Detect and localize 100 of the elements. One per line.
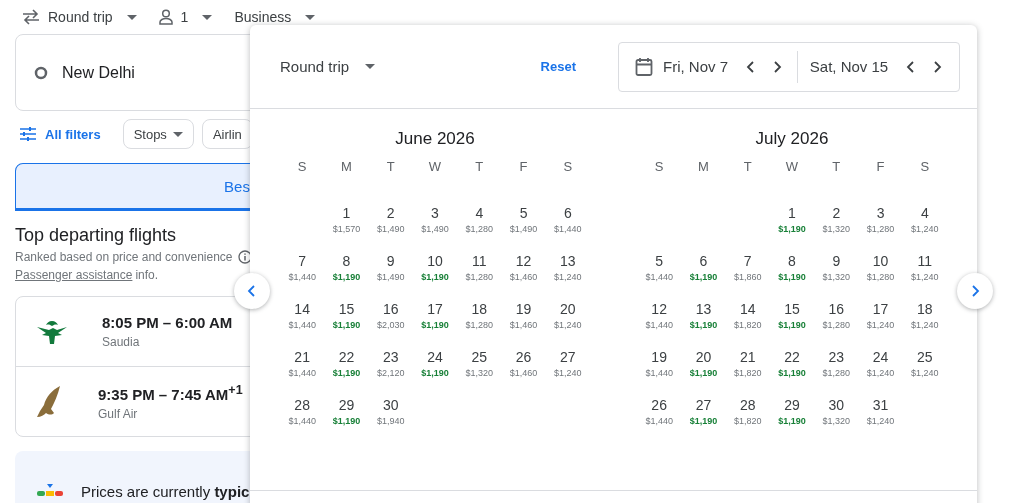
calendar-day[interactable]: 20 — [560, 301, 576, 317]
calendar-day[interactable]: 25 — [471, 349, 488, 365]
section-subtitle: Ranked based on price and convenience — [15, 250, 233, 264]
day-price: $2,120 — [376, 368, 405, 378]
trip-type-dropdown[interactable]: Round trip — [22, 9, 137, 25]
calendar-day[interactable]: 19 — [651, 349, 667, 365]
calendar-day[interactable]: 7 — [743, 253, 752, 269]
weekday-label: T — [475, 159, 484, 174]
weekday-label: W — [785, 159, 799, 174]
calendar-day[interactable]: 29 — [338, 397, 355, 413]
day-price: $1,190 — [689, 416, 718, 426]
calendar-day[interactable]: 18 — [917, 301, 933, 317]
calendar-day[interactable]: 26 — [651, 397, 667, 413]
calendar-day[interactable]: 19 — [515, 301, 532, 317]
calendar-day[interactable]: 3 — [876, 205, 885, 221]
calendar-day[interactable]: 12 — [651, 301, 667, 317]
reset-button[interactable]: Reset — [534, 58, 582, 75]
calendar-day[interactable]: 17 — [427, 301, 443, 317]
day-price: $1,190 — [689, 272, 718, 282]
calendar-day[interactable]: 15 — [784, 301, 800, 317]
calendar-day[interactable]: 26 — [515, 349, 532, 365]
calendar-day[interactable]: 25 — [917, 349, 933, 365]
day-price: $1,320 — [822, 224, 851, 234]
calendar-day[interactable]: 2 — [832, 205, 841, 221]
calendar-day[interactable]: 5 — [519, 205, 528, 221]
calendar-day[interactable]: 30 — [828, 397, 845, 413]
departure-date: Fri, Nov 7 — [663, 58, 728, 75]
day-price: $1,280 — [866, 272, 895, 282]
calendar-day[interactable]: 31 — [872, 397, 889, 413]
sort-tab[interactable]: Bes — [15, 163, 250, 211]
calendar-day[interactable]: 16 — [828, 301, 845, 317]
calendar-day[interactable]: 1 — [788, 205, 796, 221]
calendar-day[interactable]: 28 — [294, 397, 310, 413]
passengers-dropdown[interactable]: 1 — [158, 9, 213, 25]
calendar-day[interactable]: 9 — [386, 253, 395, 269]
calendar-day[interactable]: 4 — [475, 205, 484, 221]
calendar-day[interactable]: 27 — [560, 349, 576, 365]
caret-icon — [172, 131, 183, 137]
calendar-day[interactable]: 21 — [294, 349, 310, 365]
day-price: $1,490 — [421, 224, 449, 234]
calendar-day[interactable]: 6 — [563, 205, 572, 221]
calendar-day[interactable]: 9 — [832, 253, 841, 269]
info-text: info. — [135, 268, 159, 282]
calendar-day[interactable]: 23 — [382, 349, 399, 365]
info-icon[interactable] — [237, 250, 250, 264]
calendar-day[interactable]: 2 — [386, 205, 395, 221]
filter-chip[interactable]: Airlin — [201, 119, 250, 149]
calendar-day[interactable]: 12 — [515, 253, 532, 269]
calendar-day[interactable]: 5 — [655, 253, 664, 269]
calendar-day[interactable]: 17 — [872, 301, 889, 317]
calendar-day[interactable]: 22 — [338, 349, 355, 365]
calendar-day[interactable]: 27 — [695, 397, 712, 413]
calendar-day[interactable]: 13 — [560, 253, 576, 269]
calendar-day[interactable]: 18 — [471, 301, 488, 317]
calendar-day[interactable]: 22 — [784, 349, 800, 365]
calendar-day[interactable]: 13 — [695, 301, 712, 317]
calendar-day[interactable]: 14 — [739, 301, 756, 317]
day-price: $1,940 — [376, 416, 405, 426]
passenger-assistance-link[interactable]: Passenger assistance — [15, 268, 133, 282]
calendar-day[interactable]: 23 — [828, 349, 845, 365]
next-month-button[interactable] — [957, 273, 993, 309]
calendar-day[interactable]: 11 — [472, 253, 487, 269]
filter-chip[interactable]: Stops — [122, 119, 194, 149]
calendar-day[interactable]: 24 — [872, 349, 889, 365]
day-price: $1,860 — [733, 272, 762, 282]
calendar-day[interactable]: 4 — [920, 205, 929, 221]
trip-type-dropdown[interactable]: Round trip — [280, 58, 376, 75]
calendar-day[interactable]: 29 — [784, 397, 800, 413]
calendar-day[interactable]: 20 — [695, 349, 712, 365]
flight-row[interactable]: 8:05 PM – 6:00 AM Saudia — [16, 297, 250, 366]
calendar-day[interactable]: 6 — [699, 253, 708, 269]
day-price: $1,240 — [866, 416, 895, 426]
calendar-day[interactable]: 21 — [739, 349, 756, 365]
caret-icon — [126, 14, 137, 20]
calendar-day[interactable]: 10 — [872, 253, 889, 269]
weekday-label: S — [563, 159, 573, 174]
day-price: $1,820 — [733, 320, 762, 330]
calendar-day[interactable]: 14 — [294, 301, 310, 317]
calendar-day[interactable]: 10 — [427, 253, 443, 269]
calendar-day[interactable]: 16 — [382, 301, 399, 317]
cabin-dropdown[interactable]: Business — [234, 9, 316, 25]
calendar-day[interactable]: 11 — [917, 253, 933, 269]
sliders-icon — [19, 126, 37, 142]
calendar-day[interactable]: 15 — [338, 301, 355, 317]
day-price: $1,490 — [376, 272, 405, 282]
day-price: $1,190 — [778, 320, 806, 330]
previous-month-button[interactable] — [234, 273, 270, 309]
calendar-day[interactable]: 8 — [788, 253, 796, 269]
calendar-day[interactable]: 24 — [427, 349, 443, 365]
day-price: $1,190 — [689, 368, 718, 378]
day-price: $1,280 — [822, 368, 851, 378]
calendar-day[interactable]: 1 — [342, 205, 351, 221]
calendar-day[interactable]: 3 — [431, 205, 439, 221]
calendar-day[interactable]: 8 — [342, 253, 351, 269]
dates-field[interactable]: Fri, Nov 7 Sat, Nov 15 — [618, 41, 960, 92]
calendar-day[interactable]: 7 — [298, 253, 307, 269]
all-filters-button[interactable]: All filters — [15, 126, 115, 142]
calendar-day[interactable]: 28 — [739, 397, 756, 413]
calendar-day[interactable]: 30 — [382, 397, 399, 413]
day-price: $1,440 — [645, 272, 673, 282]
